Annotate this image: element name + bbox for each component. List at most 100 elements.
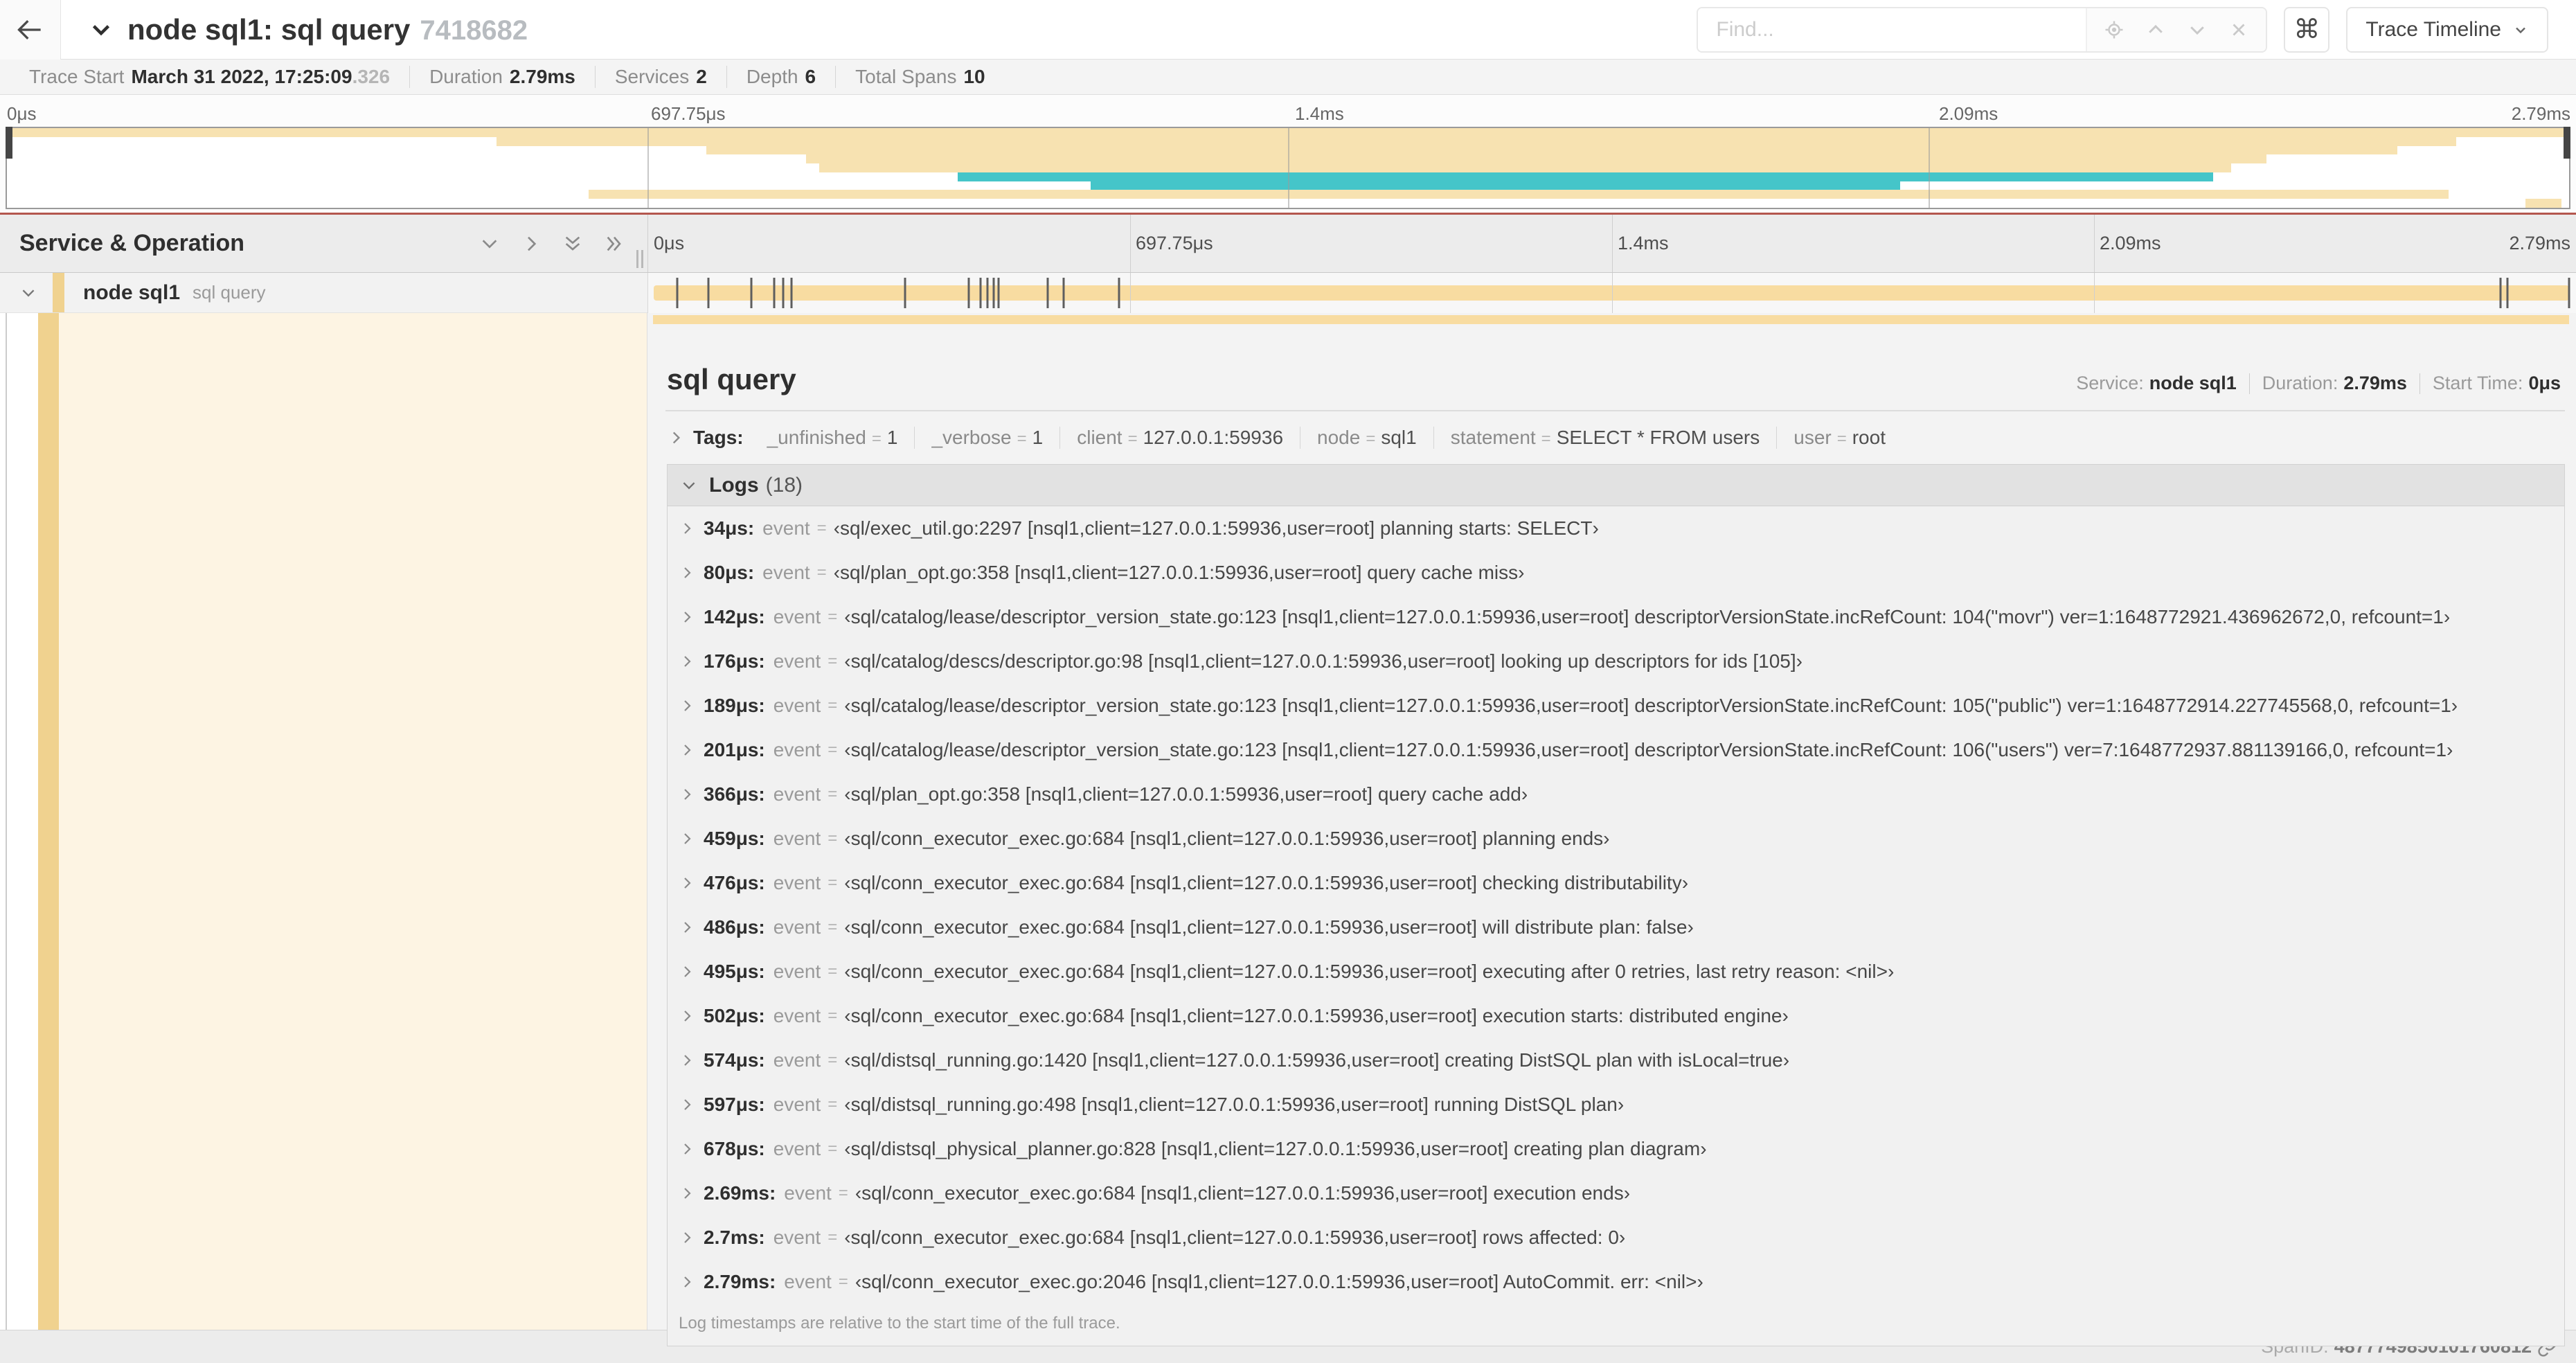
span-row-timeline-cell bbox=[647, 273, 2576, 313]
log-equals-sign: = bbox=[828, 785, 838, 803]
log-equals-sign: = bbox=[828, 1051, 838, 1069]
log-field-value: ‹sql/conn_executor_exec.go:684 [nsql1,cl… bbox=[844, 872, 1689, 893]
service-name[interactable]: node sql1 bbox=[83, 281, 180, 305]
collapse-all-icon[interactable] bbox=[603, 233, 625, 255]
log-timestamp: 366μs: bbox=[704, 783, 765, 805]
back-button[interactable] bbox=[0, 0, 61, 60]
log-field-key: event bbox=[773, 1138, 821, 1159]
log-field-value: ‹sql/conn_executor_exec.go:2046 [nsql1,c… bbox=[855, 1271, 1703, 1292]
log-entry[interactable]: 2.7ms: event = ‹sql/conn_executor_exec.g… bbox=[668, 1215, 2564, 1260]
log-field-key: event bbox=[773, 650, 821, 672]
log-marker[interactable] bbox=[1062, 278, 1065, 308]
minimap-tick-label: 697.75μs bbox=[651, 103, 726, 124]
log-marker[interactable] bbox=[2568, 278, 2570, 308]
log-entry[interactable]: 2.79ms: event = ‹sql/conn_executor_exec.… bbox=[668, 1260, 2564, 1304]
summary-item: Depth 6 bbox=[726, 66, 835, 88]
log-entry[interactable]: 495μs: event = ‹sql/conn_executor_exec.g… bbox=[668, 950, 2564, 994]
log-timestamp: 2.79ms: bbox=[704, 1271, 776, 1292]
timeline-gridline bbox=[1612, 215, 1613, 272]
log-timestamp: 597μs: bbox=[704, 1094, 765, 1115]
keyboard-shortcuts-button[interactable]: ⌘ bbox=[2284, 6, 2330, 53]
timeline-axis: 0μs 697.75μs 1.4ms 2.09ms 2.79ms bbox=[647, 215, 2576, 272]
log-equals-sign: = bbox=[828, 696, 838, 715]
log-field-key: event bbox=[773, 1005, 821, 1026]
service-operation-title: Service & Operation bbox=[19, 230, 245, 256]
log-marker[interactable] bbox=[707, 278, 710, 308]
locate-icon[interactable] bbox=[2104, 19, 2125, 40]
log-field-key: event bbox=[762, 517, 810, 539]
log-marker[interactable] bbox=[997, 278, 1000, 308]
service-operation-header: Service & Operation bbox=[0, 215, 647, 272]
chevron-down-icon[interactable] bbox=[19, 284, 37, 302]
selected-row-highlight bbox=[59, 313, 647, 1330]
log-field-value: ‹sql/conn_executor_exec.go:684 [nsql1,cl… bbox=[844, 828, 1610, 849]
tags-row[interactable]: Tags: _unfinished = 1 _verbose = 1 client = 127.… bbox=[665, 411, 2565, 460]
clear-search-icon[interactable] bbox=[2228, 19, 2249, 40]
log-entry[interactable]: 486μs: event = ‹sql/conn_executor_exec.g… bbox=[668, 905, 2564, 950]
minimap-left-scrubber[interactable] bbox=[6, 127, 12, 159]
timeline-tick-label: 2.09ms bbox=[2100, 233, 2161, 253]
log-equals-sign: = bbox=[838, 1184, 848, 1202]
prev-match-icon[interactable] bbox=[2145, 19, 2166, 40]
log-field-key: event bbox=[773, 828, 821, 849]
log-field-value: ‹sql/exec_util.go:2297 [nsql1,client=127… bbox=[833, 517, 1599, 539]
expand-all-icon[interactable] bbox=[562, 233, 584, 255]
minimap-canvas[interactable] bbox=[6, 127, 2570, 209]
minimap-right-scrubber[interactable] bbox=[2564, 127, 2570, 159]
log-entry[interactable]: 80μs: event = ‹sql/plan_opt.go:358 [nsql… bbox=[668, 551, 2564, 595]
log-entry[interactable]: 476μs: event = ‹sql/conn_executor_exec.g… bbox=[668, 861, 2564, 905]
log-marker[interactable] bbox=[750, 278, 753, 308]
log-entry[interactable]: 34μs: event = ‹sql/exec_util.go:2297 [ns… bbox=[668, 506, 2564, 551]
log-marker[interactable] bbox=[773, 278, 776, 308]
find-input[interactable] bbox=[1698, 8, 2086, 51]
log-entry[interactable]: 502μs: event = ‹sql/conn_executor_exec.g… bbox=[668, 994, 2564, 1038]
log-field-key: event bbox=[773, 695, 821, 716]
log-entry[interactable]: 176μs: event = ‹sql/catalog/descs/descri… bbox=[668, 639, 2564, 684]
log-timestamp: 2.7ms: bbox=[704, 1227, 765, 1248]
log-field-value: ‹sql/distsql_physical_planner.go:828 [ns… bbox=[844, 1138, 1707, 1159]
span-row-name-cell[interactable]: node sql1 sql query bbox=[0, 273, 647, 313]
chevron-right-icon bbox=[679, 1008, 695, 1024]
chevron-right-icon bbox=[679, 830, 695, 847]
log-entry[interactable]: 189μs: event = ‹sql/catalog/lease/descri… bbox=[668, 684, 2564, 728]
log-timestamp: 495μs: bbox=[704, 961, 765, 982]
log-marker[interactable] bbox=[992, 278, 995, 308]
log-marker[interactable] bbox=[2506, 278, 2509, 308]
log-marker[interactable] bbox=[2499, 278, 2502, 308]
log-entry[interactable]: 574μs: event = ‹sql/distsql_running.go:1… bbox=[668, 1038, 2564, 1083]
trace-view-dropdown[interactable]: Trace Timeline bbox=[2346, 6, 2548, 53]
log-marker[interactable] bbox=[1118, 278, 1120, 308]
collapse-one-icon[interactable] bbox=[520, 233, 542, 255]
log-timestamp: 476μs: bbox=[704, 872, 765, 893]
expand-one-icon[interactable] bbox=[478, 233, 501, 255]
next-match-icon[interactable] bbox=[2187, 19, 2208, 40]
log-entry[interactable]: 2.69ms: event = ‹sql/conn_executor_exec.… bbox=[668, 1171, 2564, 1215]
log-field-key: event bbox=[773, 739, 821, 760]
log-entry[interactable]: 459μs: event = ‹sql/conn_executor_exec.g… bbox=[668, 817, 2564, 861]
summary-item: Total Spans 10 bbox=[835, 66, 1004, 88]
log-entry[interactable]: 201μs: event = ‹sql/catalog/lease/descri… bbox=[668, 728, 2564, 772]
log-marker[interactable] bbox=[979, 278, 982, 308]
logs-header[interactable]: Logs (18) bbox=[668, 465, 2564, 506]
log-entry[interactable]: 678μs: event = ‹sql/distsql_physical_pla… bbox=[668, 1127, 2564, 1171]
log-marker[interactable] bbox=[986, 278, 989, 308]
log-field-value: ‹sql/conn_executor_exec.go:684 [nsql1,cl… bbox=[844, 961, 1895, 982]
log-marker[interactable] bbox=[790, 278, 793, 308]
chevron-down-icon[interactable] bbox=[89, 17, 114, 42]
log-marker[interactable] bbox=[1046, 278, 1049, 308]
log-entry[interactable]: 366μs: event = ‹sql/plan_opt.go:358 [nsq… bbox=[668, 772, 2564, 817]
log-marker[interactable] bbox=[904, 278, 906, 308]
log-marker[interactable] bbox=[967, 278, 970, 308]
detail-left-gutter bbox=[0, 313, 647, 1330]
minimap-gridline bbox=[1288, 128, 1289, 208]
trace-summary-bar: Trace Start March 31 2022, 17:25:09.326 Du… bbox=[0, 60, 2576, 95]
log-entry[interactable]: 597μs: event = ‹sql/distsql_running.go:4… bbox=[668, 1083, 2564, 1127]
chevron-right-icon[interactable] bbox=[667, 429, 685, 447]
log-marker[interactable] bbox=[782, 278, 785, 308]
trace-minimap[interactable]: 0μs 697.75μs 1.4ms 2.09ms 2.79ms bbox=[0, 95, 2576, 215]
log-marker[interactable] bbox=[676, 278, 679, 308]
minimap-span bbox=[1091, 181, 1901, 190]
log-entry[interactable]: 142μs: event = ‹sql/catalog/lease/descri… bbox=[668, 595, 2564, 639]
log-field-value: ‹sql/plan_opt.go:358 [nsql1,client=127.0… bbox=[844, 783, 1528, 805]
chevron-right-icon bbox=[679, 875, 695, 891]
